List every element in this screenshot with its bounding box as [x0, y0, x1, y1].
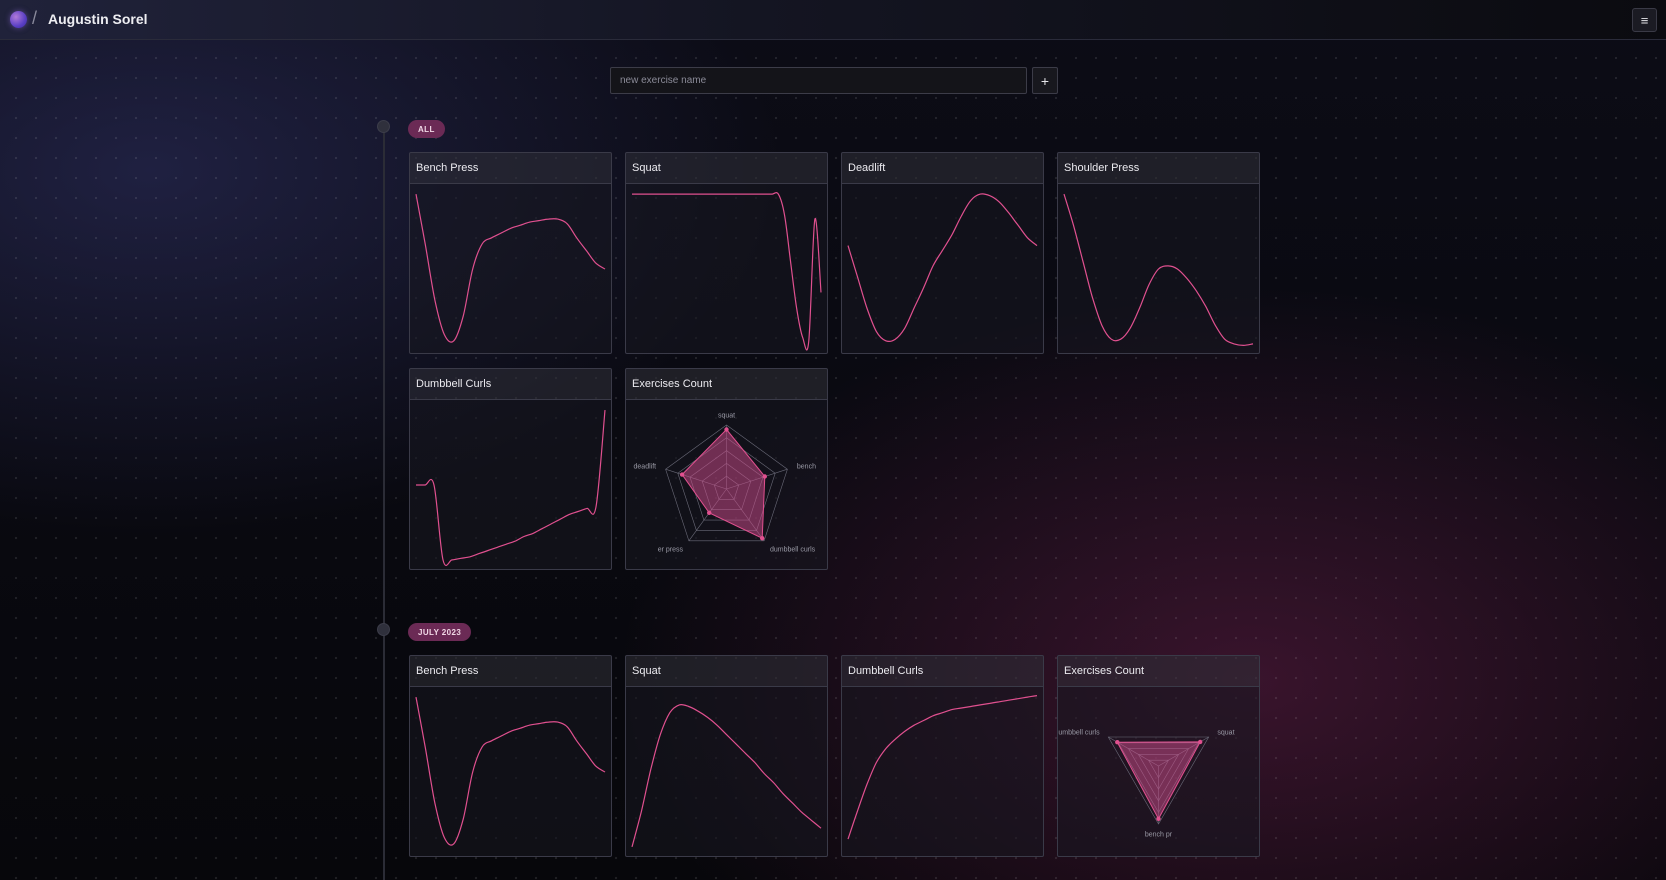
card-title: Bench Press [410, 153, 611, 184]
line-chart [847, 695, 1038, 840]
radar-point [1156, 816, 1161, 821]
add-exercise-button[interactable]: + [1032, 67, 1058, 94]
user-avatar[interactable] [10, 11, 27, 28]
line-chart [847, 193, 1038, 343]
chart-card[interactable]: Bench Press [409, 655, 612, 857]
series-line [416, 410, 606, 567]
card-title: Squat [626, 656, 827, 687]
radar-axis-label: bench [797, 464, 816, 471]
line-chart [416, 410, 606, 567]
line-chart [415, 696, 606, 846]
series-line [415, 696, 606, 846]
series-line [631, 703, 822, 848]
hamburger-icon: ≡ [1640, 12, 1649, 28]
chart-card[interactable]: Squat [625, 655, 828, 857]
timeline-dot-all [377, 120, 390, 133]
timeline-dot-july-2023 [377, 623, 390, 636]
chart-area [410, 401, 611, 569]
section-badge-july-2023[interactable]: JULY 2023 [408, 623, 472, 641]
radar-point [707, 510, 712, 515]
radar-axis-label: er press [658, 546, 684, 553]
radar-axis-label: dumbbell curls [1058, 730, 1100, 737]
card-title: Deadlift [842, 153, 1043, 184]
chart-card[interactable]: Deadlift [841, 152, 1044, 354]
radar-axis-label: bench pr [1145, 832, 1173, 839]
section-badge-all[interactable]: ALL [408, 120, 445, 138]
chart-area [842, 185, 1043, 353]
series-line [631, 192, 822, 351]
line-chart [631, 703, 822, 848]
series-line [1063, 193, 1254, 346]
chart-card[interactable]: Exercises Count squat bench dumbbell curls… [625, 368, 828, 570]
card-title: Exercises Count [626, 369, 827, 400]
chart-area [410, 688, 611, 856]
radar-axis-label: deadlift [634, 464, 657, 471]
chart-area [842, 688, 1043, 856]
chart-area [626, 185, 827, 353]
radar-axis-label: squat [718, 413, 735, 420]
radar-area [1116, 741, 1202, 820]
chart-area [1058, 185, 1259, 353]
radar-axis-label: dumbbell curls [770, 546, 816, 553]
card-title: Bench Press [410, 656, 611, 687]
user-name[interactable]: Augustin Sorel [48, 11, 148, 27]
chart-card[interactable]: Dumbbell Curls [409, 368, 612, 570]
radar-axis-label: squat [1217, 730, 1234, 737]
chart-area [410, 185, 611, 353]
radar-area [681, 428, 766, 539]
new-exercise-input[interactable] [610, 67, 1027, 94]
radar-chart: bench pr dumbbell curls squat [1058, 730, 1235, 839]
card-title: Exercises Count [1058, 656, 1259, 687]
card-title: Shoulder Press [1058, 153, 1259, 184]
chart-area: squat bench dumbbell curls er press deadlift [626, 401, 827, 569]
radar-point [724, 427, 729, 432]
series-line [847, 695, 1038, 840]
line-chart [415, 193, 606, 343]
chart-card[interactable]: Squat [625, 152, 828, 354]
chart-card[interactable]: Exercises Count bench pr dumbbell curls sq… [1057, 655, 1260, 857]
radar-point [1198, 739, 1203, 745]
radar-chart: squat bench dumbbell curls er press deadlift [634, 413, 817, 554]
radar-point [760, 536, 765, 541]
timeline-line [383, 127, 385, 880]
radar-point [679, 472, 685, 477]
menu-button[interactable]: ≡ [1632, 8, 1657, 32]
chart-card[interactable]: Bench Press [409, 152, 612, 354]
breadcrumb-separator: / [32, 8, 38, 28]
radar-point [1115, 740, 1120, 745]
card-title: Dumbbell Curls [842, 656, 1043, 687]
card-title: Dumbbell Curls [410, 369, 611, 400]
chart-area [626, 688, 827, 856]
series-line [415, 193, 606, 343]
chart-area: bench pr dumbbell curls squat [1058, 688, 1259, 856]
top-bar: / Augustin Sorel ≡ [0, 0, 1666, 40]
line-chart [1063, 193, 1254, 346]
chart-card[interactable]: Shoulder Press [1057, 152, 1260, 354]
line-chart [631, 192, 822, 351]
radar-point [762, 474, 767, 479]
chart-card[interactable]: Dumbbell Curls [841, 655, 1044, 857]
card-title: Squat [626, 153, 827, 184]
series-line [847, 193, 1038, 343]
